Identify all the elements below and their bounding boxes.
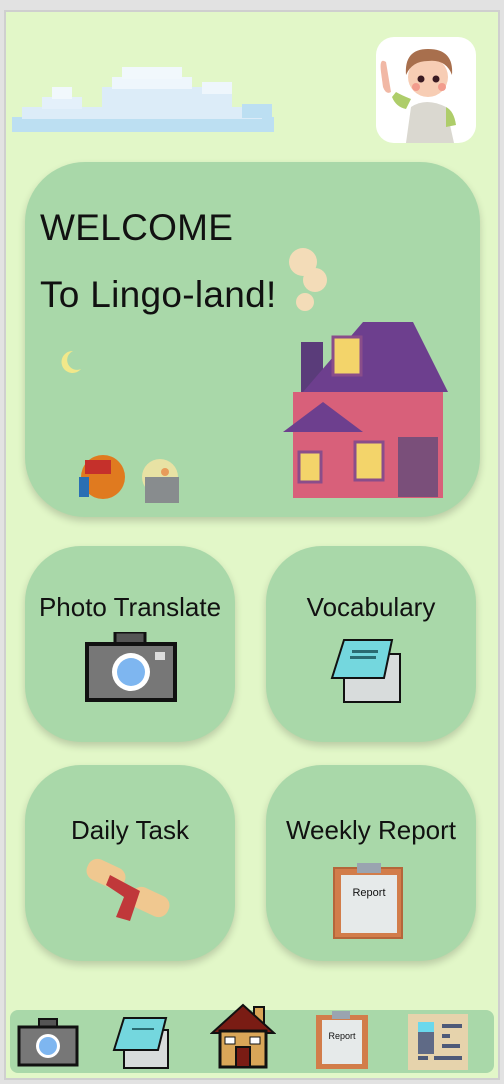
profile-card-icon <box>408 1013 468 1070</box>
welcome-banner: WELCOME To Lingo-land! <box>25 162 480 517</box>
notepad-icon <box>330 639 401 703</box>
avatar <box>380 49 456 143</box>
camera-icon <box>17 1017 79 1066</box>
vocabulary-button[interactable]: Vocabulary <box>266 546 476 742</box>
nav-vocabulary[interactable] <box>107 1010 177 1073</box>
photo-translate-button[interactable]: Photo Translate <box>25 546 235 742</box>
camera-icon <box>85 632 177 702</box>
scroll-icon <box>86 858 170 921</box>
nav-profile[interactable] <box>403 1010 473 1073</box>
bottom-nav: Report <box>10 1003 494 1073</box>
user-avatar-button[interactable] <box>376 37 476 143</box>
nav-weekly-report[interactable]: Report <box>307 1010 377 1073</box>
welcome-subtitle: To Lingo-land! <box>40 274 277 315</box>
daily-task-button[interactable]: Daily Task <box>25 765 235 961</box>
report-clipboard-icon: Report <box>333 863 403 939</box>
birds-illustration <box>79 455 179 503</box>
weekly-report-button[interactable]: Weekly Report Report <box>266 765 476 961</box>
notepad-icon <box>112 1016 169 1069</box>
welcome-title: WELCOME <box>40 207 234 248</box>
cloud-icon <box>12 67 274 132</box>
tile-label: Daily Task <box>70 815 189 845</box>
tile-label: Weekly Report <box>285 815 457 845</box>
home-icon <box>210 1003 276 1068</box>
nav-photo-translate[interactable] <box>13 1010 83 1073</box>
tile-label: Vocabulary <box>306 592 436 622</box>
report-clipboard-icon: Report <box>316 1010 368 1069</box>
house-illustration <box>283 248 448 498</box>
tile-label: Photo Translate <box>38 592 222 622</box>
nav-home[interactable] <box>208 1003 278 1073</box>
moon-icon <box>61 350 81 373</box>
